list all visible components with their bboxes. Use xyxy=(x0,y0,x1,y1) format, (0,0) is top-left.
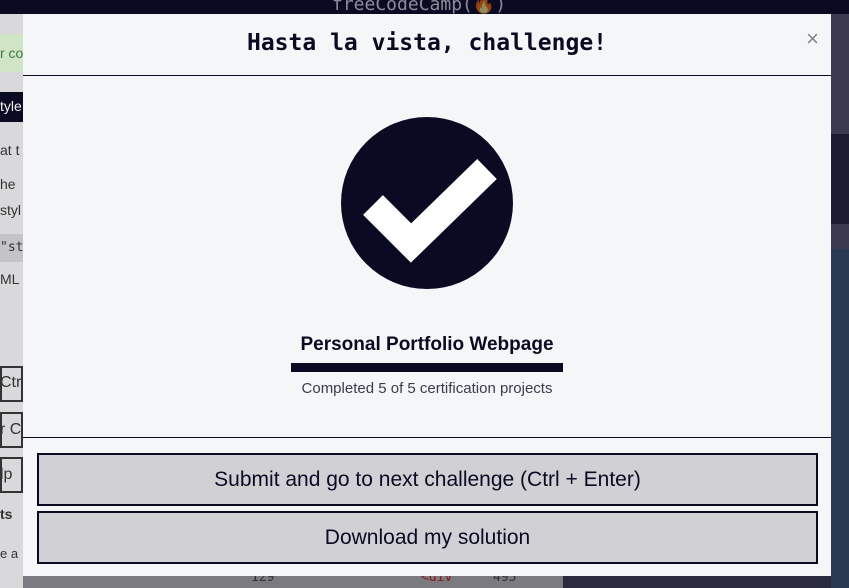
submit-next-challenge-button[interactable]: Submit and go to next challenge (Ctrl + … xyxy=(37,453,818,506)
background-preview-image xyxy=(831,249,849,588)
background-preview-footer xyxy=(563,574,831,588)
close-button[interactable]: × xyxy=(806,28,819,50)
modal-footer: Submit and go to next challenge (Ctrl + … xyxy=(23,437,831,576)
background-fragment: he xyxy=(0,176,16,192)
background-fragment: ts xyxy=(0,506,13,522)
background-preview-header xyxy=(831,134,849,224)
progress-bar-fill xyxy=(291,363,563,372)
project-title: Personal Portfolio Webpage xyxy=(300,334,554,355)
background-fragment: tyle xyxy=(0,98,22,114)
background-fragment: lp xyxy=(0,466,13,483)
modal-header: Hasta la vista, challenge! × xyxy=(23,14,831,76)
background-fragment: at t xyxy=(0,142,20,158)
background-fragment: "st xyxy=(0,240,23,255)
background-fragment: r co xyxy=(0,45,23,61)
background-instructions-panel: r co tyle at t he styl "st ML Ctr r C lp… xyxy=(0,14,23,588)
completion-modal: Hasta la vista, challenge! × Personal Po… xyxy=(23,14,831,576)
checkmark-icon xyxy=(341,117,513,289)
background-fragment: Ctr xyxy=(0,374,22,391)
background-fragment: e a xyxy=(0,546,19,561)
progress-bar xyxy=(291,363,563,372)
background-fragment: ML xyxy=(0,271,20,287)
progress-text: Completed 5 of 5 certification projects xyxy=(301,380,553,397)
background-navbar: freeCodeCamp(🔥) xyxy=(0,0,849,15)
background-brand: freeCodeCamp(🔥) xyxy=(332,0,507,15)
background-fragment: styl xyxy=(0,202,21,218)
background-preview-panel xyxy=(831,14,849,588)
modal-title: Hasta la vista, challenge! xyxy=(246,30,608,56)
background-editor: 129 <div 495 xyxy=(23,570,831,588)
background-fragment: r C xyxy=(0,421,22,438)
download-solution-button[interactable]: Download my solution xyxy=(37,511,818,564)
